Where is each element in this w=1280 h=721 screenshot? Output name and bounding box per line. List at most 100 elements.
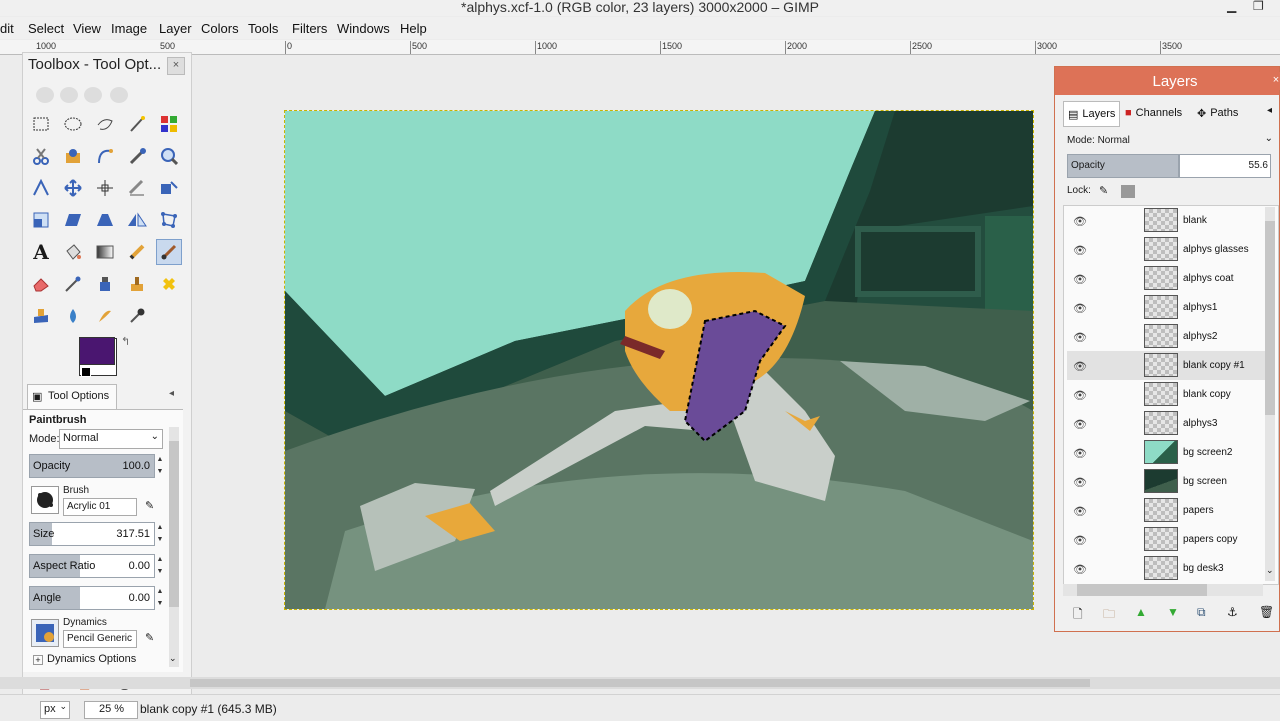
- visibility-eye-icon[interactable]: 👁: [1073, 534, 1087, 547]
- scale-icon[interactable]: [28, 207, 54, 233]
- tab-tool-options[interactable]: ▣ Tool Options: [27, 384, 117, 409]
- default-colors-icon[interactable]: [81, 367, 91, 377]
- expand-icon[interactable]: +: [33, 655, 43, 665]
- layer-row[interactable]: 👁 bg screen: [1067, 467, 1265, 496]
- smudge-icon[interactable]: [92, 303, 118, 329]
- perspective-icon[interactable]: [92, 207, 118, 233]
- swap-colors-icon[interactable]: ↰: [121, 335, 130, 348]
- layer-row[interactable]: 👁 blank copy #1: [1067, 351, 1265, 380]
- duplicate-layer-icon[interactable]: ⧉: [1197, 605, 1206, 620]
- menu-help[interactable]: Help: [400, 21, 427, 36]
- visibility-eye-icon[interactable]: 👁: [1073, 447, 1087, 460]
- paths-icon[interactable]: [92, 143, 118, 169]
- brush-preview[interactable]: [31, 486, 59, 514]
- pencil-icon[interactable]: [124, 239, 150, 265]
- visibility-eye-icon[interactable]: 👁: [1073, 563, 1087, 576]
- visibility-eye-icon[interactable]: 👁: [1073, 302, 1087, 315]
- unit-select[interactable]: px ⌄: [40, 701, 70, 719]
- layer-row[interactable]: 👁 alphys3: [1067, 409, 1265, 438]
- menu-colors[interactable]: Colors: [201, 21, 239, 36]
- size-slider[interactable]: Size 317.51: [29, 522, 155, 546]
- menu-filters[interactable]: Filters: [292, 21, 327, 36]
- edit-brush-icon[interactable]: ✎: [145, 499, 154, 512]
- zoom-select[interactable]: 25 %: [84, 701, 138, 719]
- layer-opacity-slider[interactable]: Opacity: [1067, 154, 1179, 178]
- layer-row[interactable]: 👁 papers: [1067, 496, 1265, 525]
- select-by-color-icon[interactable]: [156, 111, 182, 137]
- new-layer-icon[interactable]: 🗋: [1073, 605, 1083, 626]
- fuzzy-select-icon[interactable]: [124, 111, 150, 137]
- layer-mode-select[interactable]: Mode: Normal ⌄: [1063, 133, 1277, 149]
- options-scrollbar[interactable]: ⌄: [169, 427, 179, 667]
- foreground-color-swatch[interactable]: [79, 337, 115, 365]
- raise-layer-icon[interactable]: ▲: [1135, 605, 1147, 619]
- layer-row[interactable]: 👁 alphys2: [1067, 322, 1265, 351]
- angle-slider[interactable]: Angle 0.00: [29, 586, 155, 610]
- visibility-eye-icon[interactable]: 👁: [1073, 505, 1087, 518]
- rect-select-icon[interactable]: [28, 111, 54, 137]
- shear-icon[interactable]: [60, 207, 86, 233]
- layer-row[interactable]: 👁 blank: [1067, 206, 1265, 235]
- dynamics-preview[interactable]: [31, 619, 59, 647]
- configure-tab-icon[interactable]: ◂: [169, 388, 174, 399]
- dynamics-options-label[interactable]: Dynamics Options: [47, 653, 136, 665]
- free-select-icon[interactable]: [92, 111, 118, 137]
- visibility-eye-icon[interactable]: 👁: [1073, 215, 1087, 228]
- horizontal-ruler[interactable]: 0 500 1000 1500 2000 2500 3000 3500: [190, 40, 1280, 55]
- anchor-layer-icon[interactable]: ⚓: [1227, 605, 1238, 619]
- crop-icon[interactable]: [124, 175, 150, 201]
- ink-icon[interactable]: [92, 271, 118, 297]
- visibility-eye-icon[interactable]: 👁: [1073, 360, 1087, 373]
- menu-image[interactable]: Image: [111, 21, 147, 36]
- color-picker-icon[interactable]: [124, 143, 150, 169]
- image-canvas[interactable]: [284, 110, 1034, 610]
- new-layer-group-icon[interactable]: 🗀: [1103, 605, 1115, 626]
- zoom-icon[interactable]: [156, 143, 182, 169]
- menu-edit[interactable]: dit: [0, 21, 14, 36]
- visibility-eye-icon[interactable]: 👁: [1073, 476, 1087, 489]
- visibility-eye-icon[interactable]: 👁: [1073, 331, 1087, 344]
- clone-icon[interactable]: [124, 271, 150, 297]
- layer-row[interactable]: 👁 alphys1: [1067, 293, 1265, 322]
- paintbrush-icon[interactable]: [156, 239, 182, 265]
- lock-alpha-icon[interactable]: [1121, 185, 1135, 198]
- opacity-spinner[interactable]: ▲ ▼: [156, 454, 164, 478]
- visibility-eye-icon[interactable]: 👁: [1073, 244, 1087, 257]
- aspect-spinner[interactable]: ▲ ▼: [156, 554, 164, 578]
- close-icon[interactable]: ×: [167, 57, 185, 75]
- menu-view[interactable]: View: [73, 21, 101, 36]
- canvas-hscroll[interactable]: [0, 677, 1280, 689]
- lock-pixels-icon[interactable]: ✎: [1099, 184, 1108, 197]
- layer-list-scrollbar[interactable]: ⌄: [1265, 207, 1275, 581]
- airbrush-icon[interactable]: [60, 271, 86, 297]
- menu-windows[interactable]: Windows: [337, 21, 390, 36]
- dynamics-field[interactable]: Pencil Generic: [63, 630, 137, 648]
- move-icon[interactable]: [60, 175, 86, 201]
- measure-icon[interactable]: [28, 175, 54, 201]
- minimize-icon[interactable]: ▁: [1227, 0, 1236, 13]
- angle-spinner[interactable]: ▲ ▼: [156, 586, 164, 610]
- layer-row[interactable]: 👁 alphys glasses: [1067, 235, 1265, 264]
- maximize-icon[interactable]: ❐: [1253, 0, 1264, 13]
- layer-opacity-field[interactable]: 55.6: [1179, 154, 1271, 178]
- blur-icon[interactable]: [60, 303, 86, 329]
- visibility-eye-icon[interactable]: 👁: [1073, 273, 1087, 286]
- tab-layers[interactable]: ▤ Layers: [1063, 101, 1121, 127]
- close-icon[interactable]: ×: [1267, 72, 1280, 90]
- tab-paths[interactable]: ✥ Paths: [1197, 101, 1238, 125]
- foreground-select-icon[interactable]: [60, 143, 86, 169]
- layer-list-hscroll[interactable]: [1063, 584, 1263, 596]
- configure-tab-icon[interactable]: ◂: [1267, 105, 1272, 116]
- layer-row[interactable]: 👁 alphys coat: [1067, 264, 1265, 293]
- menu-select[interactable]: Select: [28, 21, 64, 36]
- text-icon[interactable]: A: [28, 239, 54, 265]
- bucket-fill-icon[interactable]: [60, 239, 86, 265]
- layer-row[interactable]: 👁 bg desk3: [1067, 554, 1265, 583]
- scissors-icon[interactable]: [28, 143, 54, 169]
- layer-row[interactable]: 👁 bg screen2: [1067, 438, 1265, 467]
- opacity-slider[interactable]: Opacity 100.0: [29, 454, 155, 478]
- align-icon[interactable]: [92, 175, 118, 201]
- blend-icon[interactable]: [92, 239, 118, 265]
- delete-layer-icon[interactable]: 🗑: [1259, 605, 1274, 619]
- heal-icon[interactable]: [156, 271, 182, 297]
